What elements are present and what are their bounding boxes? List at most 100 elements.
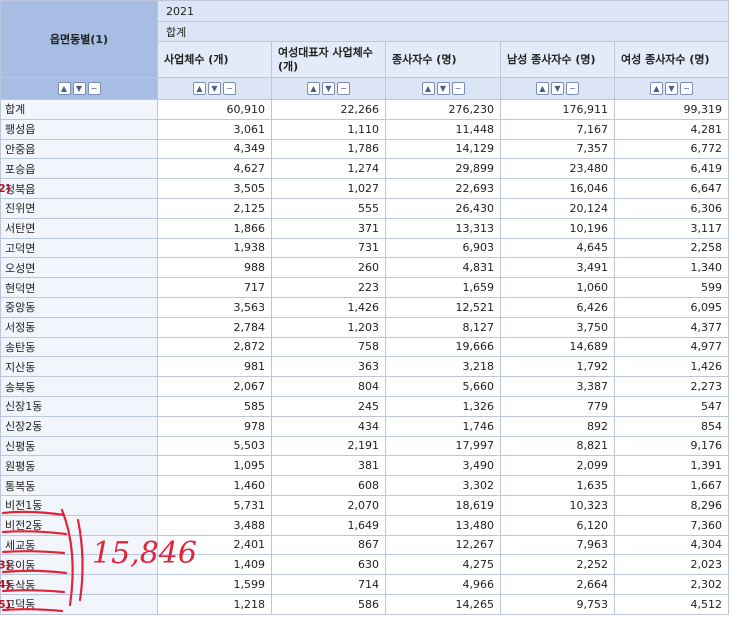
remove-button[interactable]: − (451, 82, 465, 96)
data-cell: 22,266 (271, 99, 386, 120)
sort-down-button[interactable]: ▼ (322, 82, 335, 96)
table-row: 송탄동 2,872 758 19,666 14,689 4,977 (0, 336, 729, 358)
data-cell: 1,649 (271, 514, 386, 536)
sort-up-button[interactable]: ▲ (421, 82, 435, 96)
sort-up-button[interactable]: ▲ (536, 82, 549, 96)
column-header: 남성 종사자수 (명) (500, 41, 615, 78)
data-cell: 2,302 (614, 574, 729, 595)
data-cell: 2,784 (157, 316, 272, 338)
sort-down-button[interactable]: ▼ (436, 82, 450, 96)
column-controls: ▲ ▼ − (271, 77, 386, 100)
remove-button[interactable]: − (566, 82, 579, 96)
data-cell: 3,490 (385, 455, 501, 477)
data-cell: 8,127 (385, 316, 501, 338)
data-cell: 779 (500, 395, 615, 417)
data-cell: 4,377 (614, 316, 729, 338)
data-cell: 4,627 (157, 158, 272, 180)
row-label: 송탄동 (0, 336, 158, 358)
data-cell: 5,731 (157, 494, 272, 516)
data-cell: 585 (157, 395, 272, 417)
sort-up-button[interactable]: ▲ (307, 82, 320, 96)
data-cell: 1,060 (500, 277, 615, 298)
data-cell: 2,273 (614, 376, 729, 397)
data-cell: 1,786 (271, 138, 386, 160)
sort-up-button[interactable]: ▲ (650, 82, 663, 96)
remove-button[interactable]: − (337, 82, 350, 96)
data-cell: 3,302 (385, 475, 501, 496)
data-cell: 854 (614, 415, 729, 437)
data-cell: 14,265 (385, 593, 501, 615)
data-cell: 2,125 (157, 197, 272, 219)
sort-down-button[interactable]: ▼ (72, 82, 86, 96)
column-header: 사업체수 (개) (157, 41, 272, 78)
table-row: 팽성읍 3,061 1,110 11,448 7,167 4,281 (0, 118, 729, 140)
row-label: 신장2동 (0, 415, 158, 437)
data-cell: 13,480 (385, 514, 501, 536)
sort-up-button[interactable]: ▲ (193, 82, 206, 96)
data-cell: 717 (157, 277, 272, 298)
data-cell: 3,563 (157, 296, 272, 318)
sort-down-button[interactable]: ▼ (551, 82, 564, 96)
sort-down-button[interactable]: ▼ (208, 82, 221, 96)
table-row: 세교동 2,401 867 12,267 7,963 4,304 (0, 534, 729, 556)
data-cell: 4,512 (614, 593, 729, 615)
table-row: 포승읍 4,627 1,274 29,899 23,480 6,419 (0, 158, 729, 180)
data-cell: 1,326 (385, 395, 501, 417)
row-label: 진위면 (0, 197, 158, 219)
data-cell: 981 (157, 356, 272, 378)
column-header: 종사자수 (명) (385, 41, 501, 78)
data-cell: 758 (271, 336, 386, 358)
column-controls: ▲ ▼ − (157, 77, 272, 100)
data-cell: 3,061 (157, 118, 272, 140)
row-label: 오성면 (0, 257, 158, 279)
data-cell: 9,176 (614, 435, 729, 457)
data-cell: 4,304 (614, 534, 729, 556)
data-cell: 11,448 (385, 118, 501, 140)
data-cell: 2,023 (614, 554, 729, 576)
data-cell: 29,899 (385, 158, 501, 180)
sort-down-button[interactable]: ▼ (665, 82, 678, 96)
table-row: 용이동 1,409 630 4,275 2,252 2,023 (0, 554, 729, 576)
data-cell: 10,196 (500, 217, 615, 239)
data-cell: 1,391 (614, 455, 729, 477)
table-row: 원평동 1,095 381 3,490 2,099 1,391 (0, 455, 729, 477)
data-cell: 1,635 (500, 475, 615, 496)
data-cell: 60,910 (157, 99, 272, 120)
column-controls: ▲ ▼ − (500, 77, 615, 100)
remove-button[interactable]: − (680, 82, 693, 96)
table-row: 합계 60,910 22,266 276,230 176,911 99,319 (0, 99, 729, 120)
remove-button[interactable]: − (87, 82, 101, 96)
table-row: 신평동 5,503 2,191 17,997 8,821 9,176 (0, 435, 729, 457)
data-cell: 608 (271, 475, 386, 496)
data-cell: 630 (271, 554, 386, 576)
data-cell: 99,319 (614, 99, 729, 120)
data-cell: 5,660 (385, 376, 501, 397)
table-row: 비전1동 5,731 2,070 18,619 10,323 8,296 (0, 494, 729, 516)
remove-button[interactable]: − (223, 82, 236, 96)
data-cell: 6,419 (614, 158, 729, 180)
data-cell: 2,067 (157, 376, 272, 397)
data-cell: 1,340 (614, 257, 729, 279)
data-cell: 3,491 (500, 257, 615, 279)
column-header: 여성대표자 사업체수 (개) (271, 41, 386, 78)
data-cell: 804 (271, 376, 386, 397)
data-cell: 371 (271, 217, 386, 239)
data-grid: 읍면동별(1) 2021 합계 사업체수 (개) 여성대표자 사업체수 (개) 종사… (0, 0, 729, 615)
row-label: 지산동 (0, 356, 158, 378)
data-cell: 12,521 (385, 296, 501, 318)
data-cell: 20,124 (500, 197, 615, 219)
data-cell: 3,387 (500, 376, 615, 397)
table-row: 통복동 1,460 608 3,302 1,635 1,667 (0, 475, 729, 496)
data-cell: 2,872 (157, 336, 272, 358)
row-label: 현덕면 (0, 277, 158, 298)
data-cell: 8,296 (614, 494, 729, 516)
data-cell: 1,599 (157, 574, 272, 595)
row-label: 고덕동 (0, 593, 158, 615)
table-row: 서탄면 1,866 371 13,313 10,196 3,117 (0, 217, 729, 239)
row-label: 안중읍 (0, 138, 158, 160)
data-cell: 3,505 (157, 178, 272, 199)
sort-up-button[interactable]: ▲ (57, 82, 71, 96)
data-cell: 23,480 (500, 158, 615, 180)
data-cell: 1,792 (500, 356, 615, 378)
data-cell: 6,426 (500, 296, 615, 318)
